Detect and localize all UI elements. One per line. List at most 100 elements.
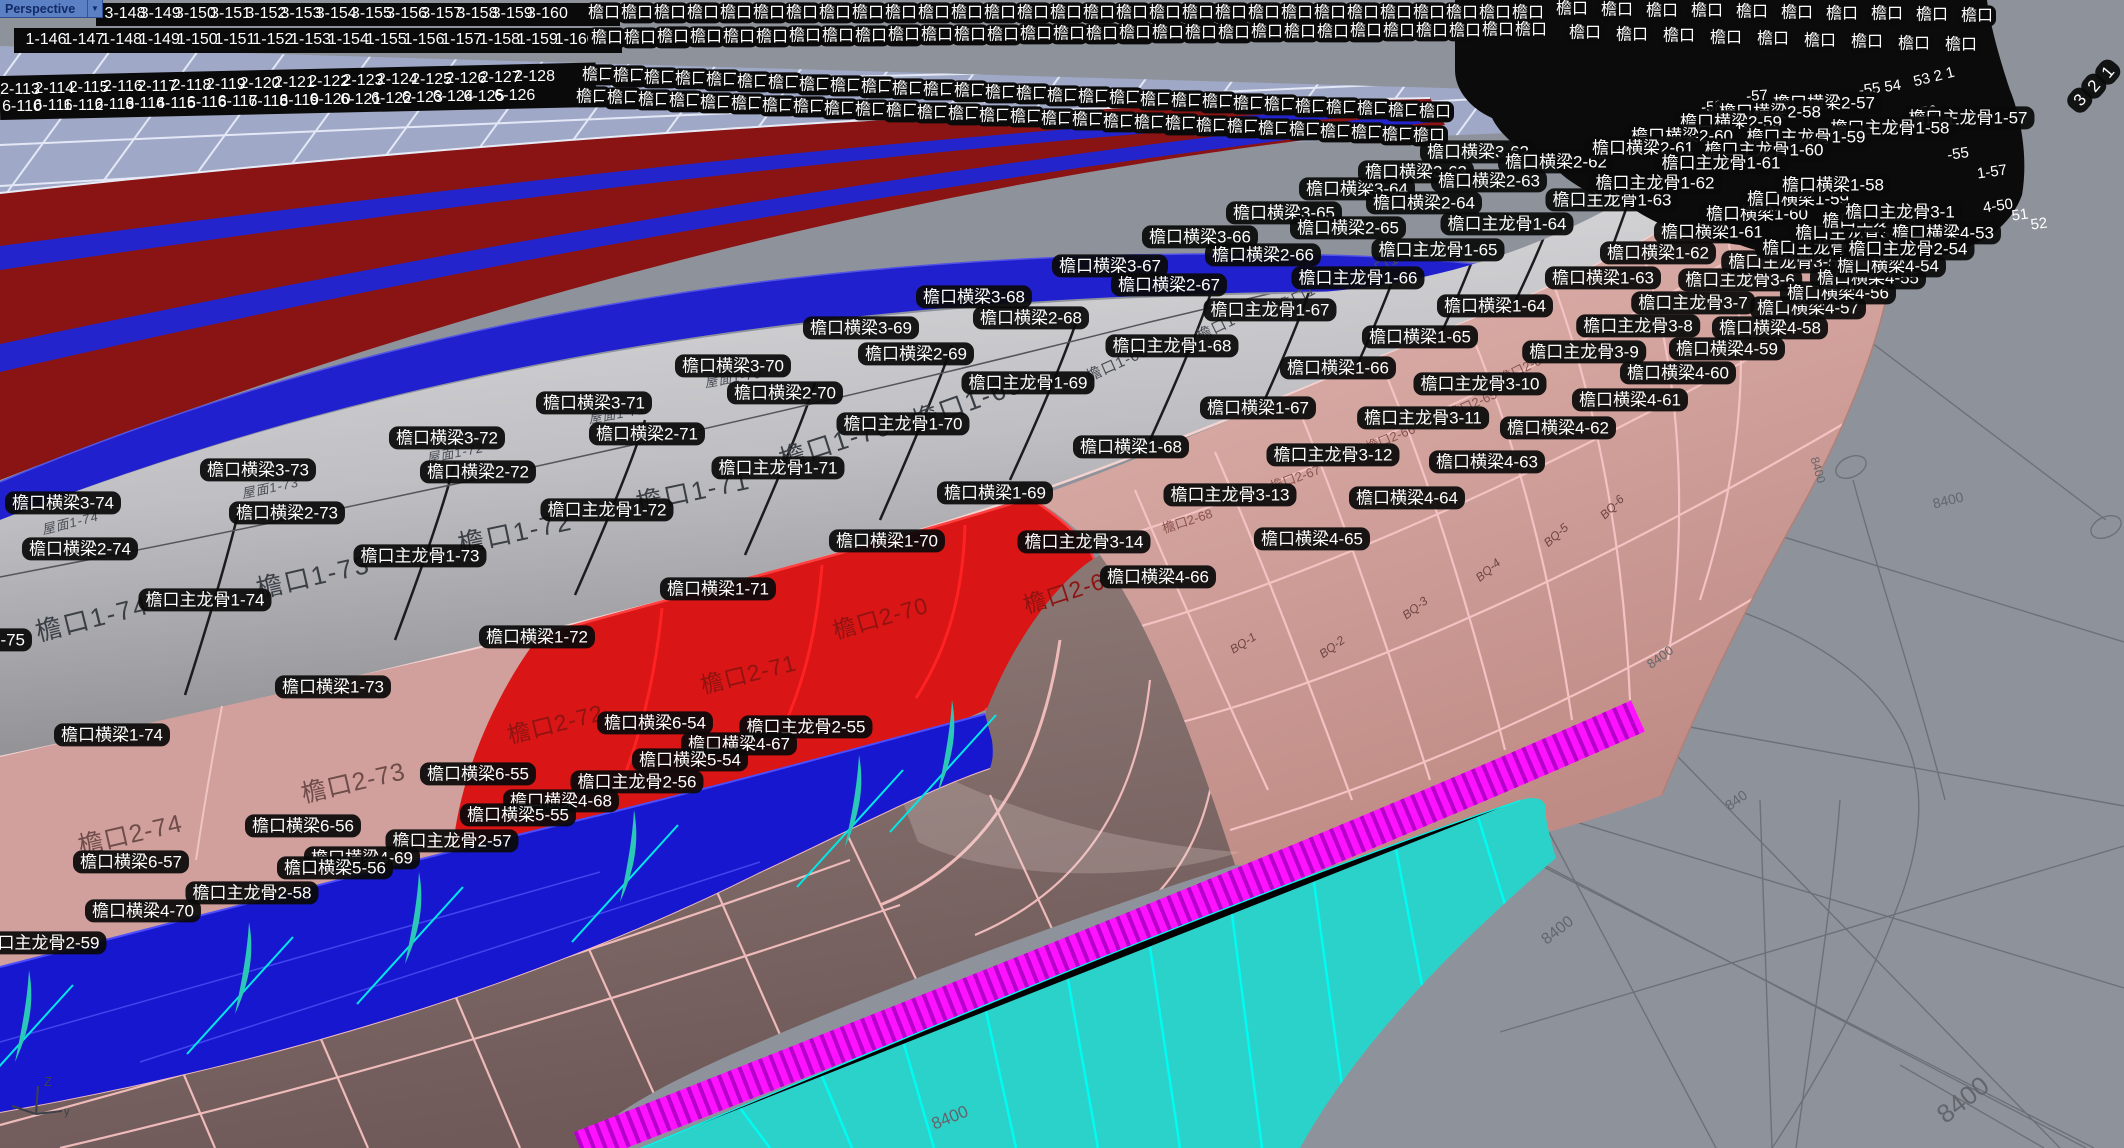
part-label[interactable]: 檐口主龙骨1-73 xyxy=(353,544,486,567)
truncated-label[interactable]: 檐口 xyxy=(1707,27,1745,48)
part-label[interactable]: 檐口主龙骨1-61 xyxy=(1654,151,1787,174)
truncated-label[interactable]: 檐口 xyxy=(1895,33,1933,54)
part-label[interactable]: 檐口主龙骨1-67 xyxy=(1203,298,1336,321)
part-label[interactable]: 檐口横梁1-64 xyxy=(1437,294,1553,317)
part-label[interactable]: 檐口横梁4-70 xyxy=(85,899,201,922)
part-label[interactable]: 檐口主龙骨2-58 xyxy=(185,881,318,904)
part-label[interactable]: 檐口横梁2-64 xyxy=(1366,191,1482,214)
part-label[interactable]: 檐口横梁2-68 xyxy=(973,306,1089,329)
truncated-label[interactable]: 檐口 xyxy=(1823,3,1861,24)
truncated-label[interactable]: 檐口 xyxy=(1613,24,1651,45)
part-label[interactable]: 檐口横梁1-68 xyxy=(1073,435,1189,458)
part-label[interactable]: 檐口横梁6-55 xyxy=(420,762,536,785)
strip-label[interactable]: 2-128 xyxy=(514,68,555,86)
part-label[interactable]: 檐口横梁2-73 xyxy=(229,501,345,524)
part-label[interactable]: 檐口横梁1-70 xyxy=(829,529,945,552)
part-label[interactable]: 檐口横梁4-63 xyxy=(1429,450,1545,473)
part-label[interactable]: 檐口主龙骨3-12 xyxy=(1266,443,1399,466)
part-label[interactable]: 檐口主龙骨3-9 xyxy=(1522,340,1646,363)
part-label[interactable]: 檐口横梁5-56 xyxy=(277,856,393,879)
truncated-label[interactable]: 檐口 xyxy=(1868,4,1906,25)
part-label[interactable]: 檐口主龙骨3-8 xyxy=(1576,314,1700,337)
part-label[interactable]: 檐口横梁2-65 xyxy=(1290,216,1406,239)
part-label[interactable]: 檐口横梁3-68 xyxy=(916,285,1032,308)
strip-label[interactable]: 1-149 xyxy=(139,31,180,49)
part-label[interactable]: 檐口横梁2-72 xyxy=(420,460,536,483)
part-label[interactable]: 檐口横梁1-58 xyxy=(1775,173,1891,196)
part-label[interactable]: 檐口横梁1-74 xyxy=(54,723,170,746)
strip-label[interactable]: 1-156 xyxy=(404,31,445,49)
part-label[interactable]: 檐口主龙骨1-65 xyxy=(1371,238,1504,261)
strip-label[interactable]: 1-148 xyxy=(101,31,142,49)
part-label[interactable]: 檐口横梁6-56 xyxy=(245,814,361,837)
part-label[interactable]: 檐口横梁4-62 xyxy=(1500,416,1616,439)
part-label[interactable]: 檐口横梁1-67 xyxy=(1200,396,1316,419)
truncated-label[interactable]: 檐口 xyxy=(1942,34,1980,55)
viewport-tab[interactable]: Perspective ▼ xyxy=(0,0,103,18)
truncated-label[interactable]: 檐口 xyxy=(1598,0,1636,20)
part-label[interactable]: 檐口主龙骨1-64 xyxy=(1440,212,1573,235)
part-label[interactable]: 檐口横梁2-71 xyxy=(589,422,705,445)
viewport-dropdown-icon[interactable]: ▼ xyxy=(87,0,102,17)
viewport-tab-label[interactable]: Perspective xyxy=(0,2,87,16)
strip-label[interactable]: 6-126 xyxy=(494,87,535,105)
part-label[interactable]: 檐口主龙骨3-7 xyxy=(1631,291,1755,314)
part-label[interactable]: 檐口主龙骨1-74 xyxy=(138,588,271,611)
truncated-label[interactable]: 檐口 xyxy=(1958,5,1996,26)
part-label[interactable]: 檐口主龙骨2-59 xyxy=(0,931,107,954)
part-label[interactable]: 檐口横梁1-63 xyxy=(1545,266,1661,289)
strip-label[interactable]: 1-152 xyxy=(252,31,293,49)
part-label[interactable]: 檐口横梁3-72 xyxy=(389,426,505,449)
part-label[interactable]: 檐口主龙骨1-66 xyxy=(1291,266,1424,289)
part-label[interactable]: 檐口横梁2-74 xyxy=(22,537,138,560)
strip-label[interactable]: 1-154 xyxy=(328,31,369,49)
strip-label[interactable]: 1-146 xyxy=(26,31,67,49)
truncated-label[interactable]: 檐口 xyxy=(1754,28,1792,49)
truncated-label[interactable]: 檐口 xyxy=(1643,0,1681,21)
strip-label[interactable]: 1-155 xyxy=(366,31,407,49)
part-label[interactable]: 檐口主龙骨3-10 xyxy=(1413,372,1546,395)
part-label[interactable]: 檐口横梁5-55 xyxy=(460,803,576,826)
part-label[interactable]: 檐口横梁3-69 xyxy=(803,316,919,339)
part-label[interactable]: 檐口主龙骨1-68 xyxy=(1105,334,1238,357)
part-label[interactable]: 檐口主龙骨3-14 xyxy=(1017,530,1150,553)
part-label[interactable]: 檐口主龙骨3-1 xyxy=(1838,200,1962,223)
part-label[interactable]: 檐口主龙骨1-69 xyxy=(961,371,1094,394)
part-label[interactable]: 檐口横梁1-72 xyxy=(479,625,595,648)
strip-label[interactable]: 1-147 xyxy=(63,31,104,49)
strip-label[interactable]: 1-151 xyxy=(215,31,256,49)
strip-label[interactable]: 1-158 xyxy=(479,31,520,49)
part-label[interactable]: 檐口横梁4-60 xyxy=(1620,361,1736,384)
part-label[interactable]: 檐口横梁3-73 xyxy=(200,458,316,481)
part-label[interactable]: 檐口主龙骨1-62 xyxy=(1588,171,1721,194)
part-label[interactable]: 檐口横梁4-65 xyxy=(1254,527,1370,550)
strip-label[interactable]: 3-160 xyxy=(527,5,568,23)
truncated-label[interactable]: 檐口 xyxy=(1733,2,1771,23)
part-label[interactable]: 檐口横梁6-57 xyxy=(73,850,189,873)
truncated-label[interactable]: 檐口 xyxy=(1778,2,1816,23)
strip-label[interactable]: 1-150 xyxy=(177,31,218,49)
strip-label[interactable]: 1-153 xyxy=(290,31,331,49)
part-label[interactable]: 檐口横梁4-58 xyxy=(1712,316,1828,339)
truncated-label[interactable]: 檐口 xyxy=(1801,30,1839,51)
truncated-label[interactable]: 檐口 xyxy=(1416,101,1454,122)
part-label[interactable]: 檐口横梁6-54 xyxy=(597,711,713,734)
part-label[interactable]: 檐口主龙骨2-54 xyxy=(1841,237,1974,260)
part-label[interactable]: 檐口横梁1-71 xyxy=(660,577,776,600)
part-label[interactable]: 檐口横梁3-74 xyxy=(5,491,121,514)
part-label[interactable]: 檐口横梁1-65 xyxy=(1362,325,1478,348)
strip-label[interactable]: 1-157 xyxy=(441,31,482,49)
part-label[interactable]: 檐口主龙骨1-72 xyxy=(540,498,673,521)
part-label[interactable]: 檐口横梁4-66 xyxy=(1100,565,1216,588)
part-label[interactable]: 檐口横梁2-67 xyxy=(1111,273,1227,296)
part-label[interactable]: 檐口横梁2-66 xyxy=(1205,243,1321,266)
part-label[interactable]: 檐口主龙骨1-71 xyxy=(711,456,844,479)
part-label[interactable]: 檐口横梁2-69 xyxy=(858,342,974,365)
truncated-label[interactable]: 檐口 xyxy=(1848,31,1886,52)
part-label[interactable]: 檐口横梁3-71 xyxy=(536,391,652,414)
truncated-label[interactable]: 檐口 xyxy=(1688,1,1726,22)
truncated-label[interactable]: 檐口 xyxy=(1660,25,1698,46)
part-label[interactable]: 檐口横梁3-70 xyxy=(675,354,791,377)
part-label[interactable]: 檐口横梁1-73 xyxy=(275,675,391,698)
part-label[interactable]: 1-75 xyxy=(0,628,32,651)
